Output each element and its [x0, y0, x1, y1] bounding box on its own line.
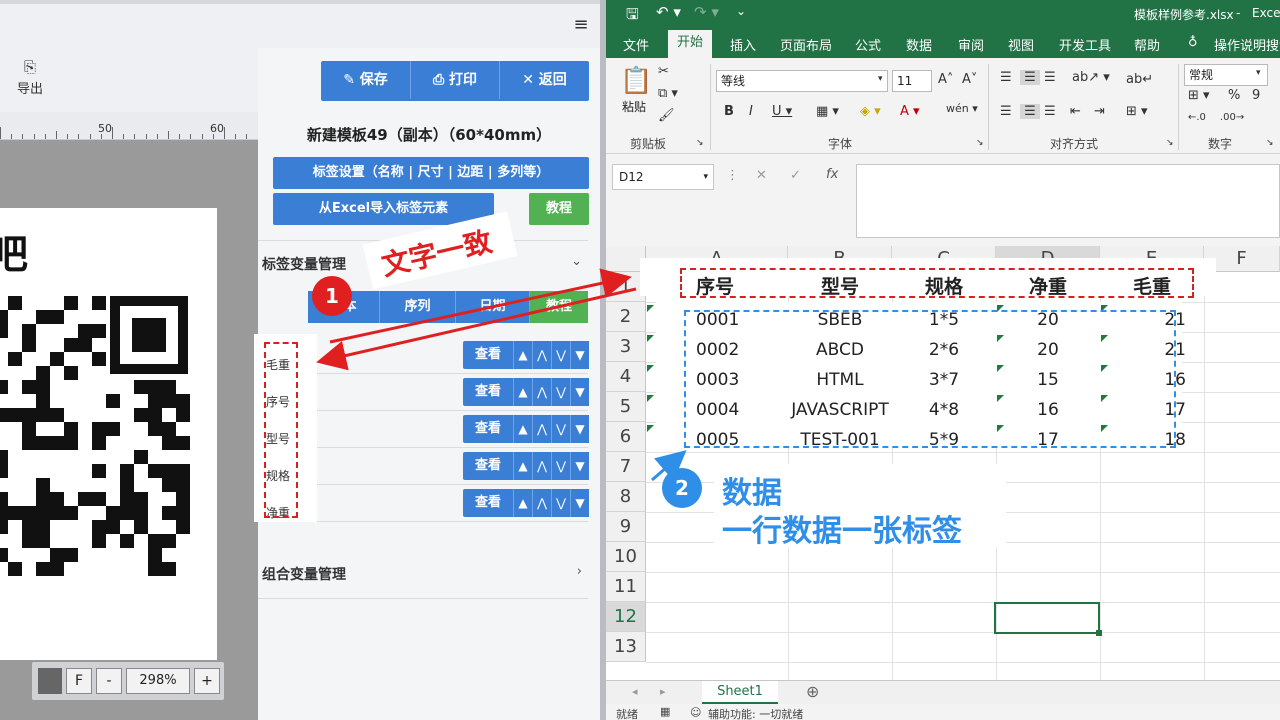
annotation-arrows [316, 268, 687, 482]
annotation-data-subtitle: 一行数据一张标签 [722, 514, 962, 549]
annotation-data-box: 数据 一行数据一张标签 [714, 464, 1006, 549]
step-2-badge: 2 [662, 468, 702, 508]
screen: { "left_app": { "export_label": "导出", "t… [0, 0, 1280, 720]
arrow-to-var-names [316, 287, 637, 371]
step-1-badge: 1 [312, 276, 352, 316]
